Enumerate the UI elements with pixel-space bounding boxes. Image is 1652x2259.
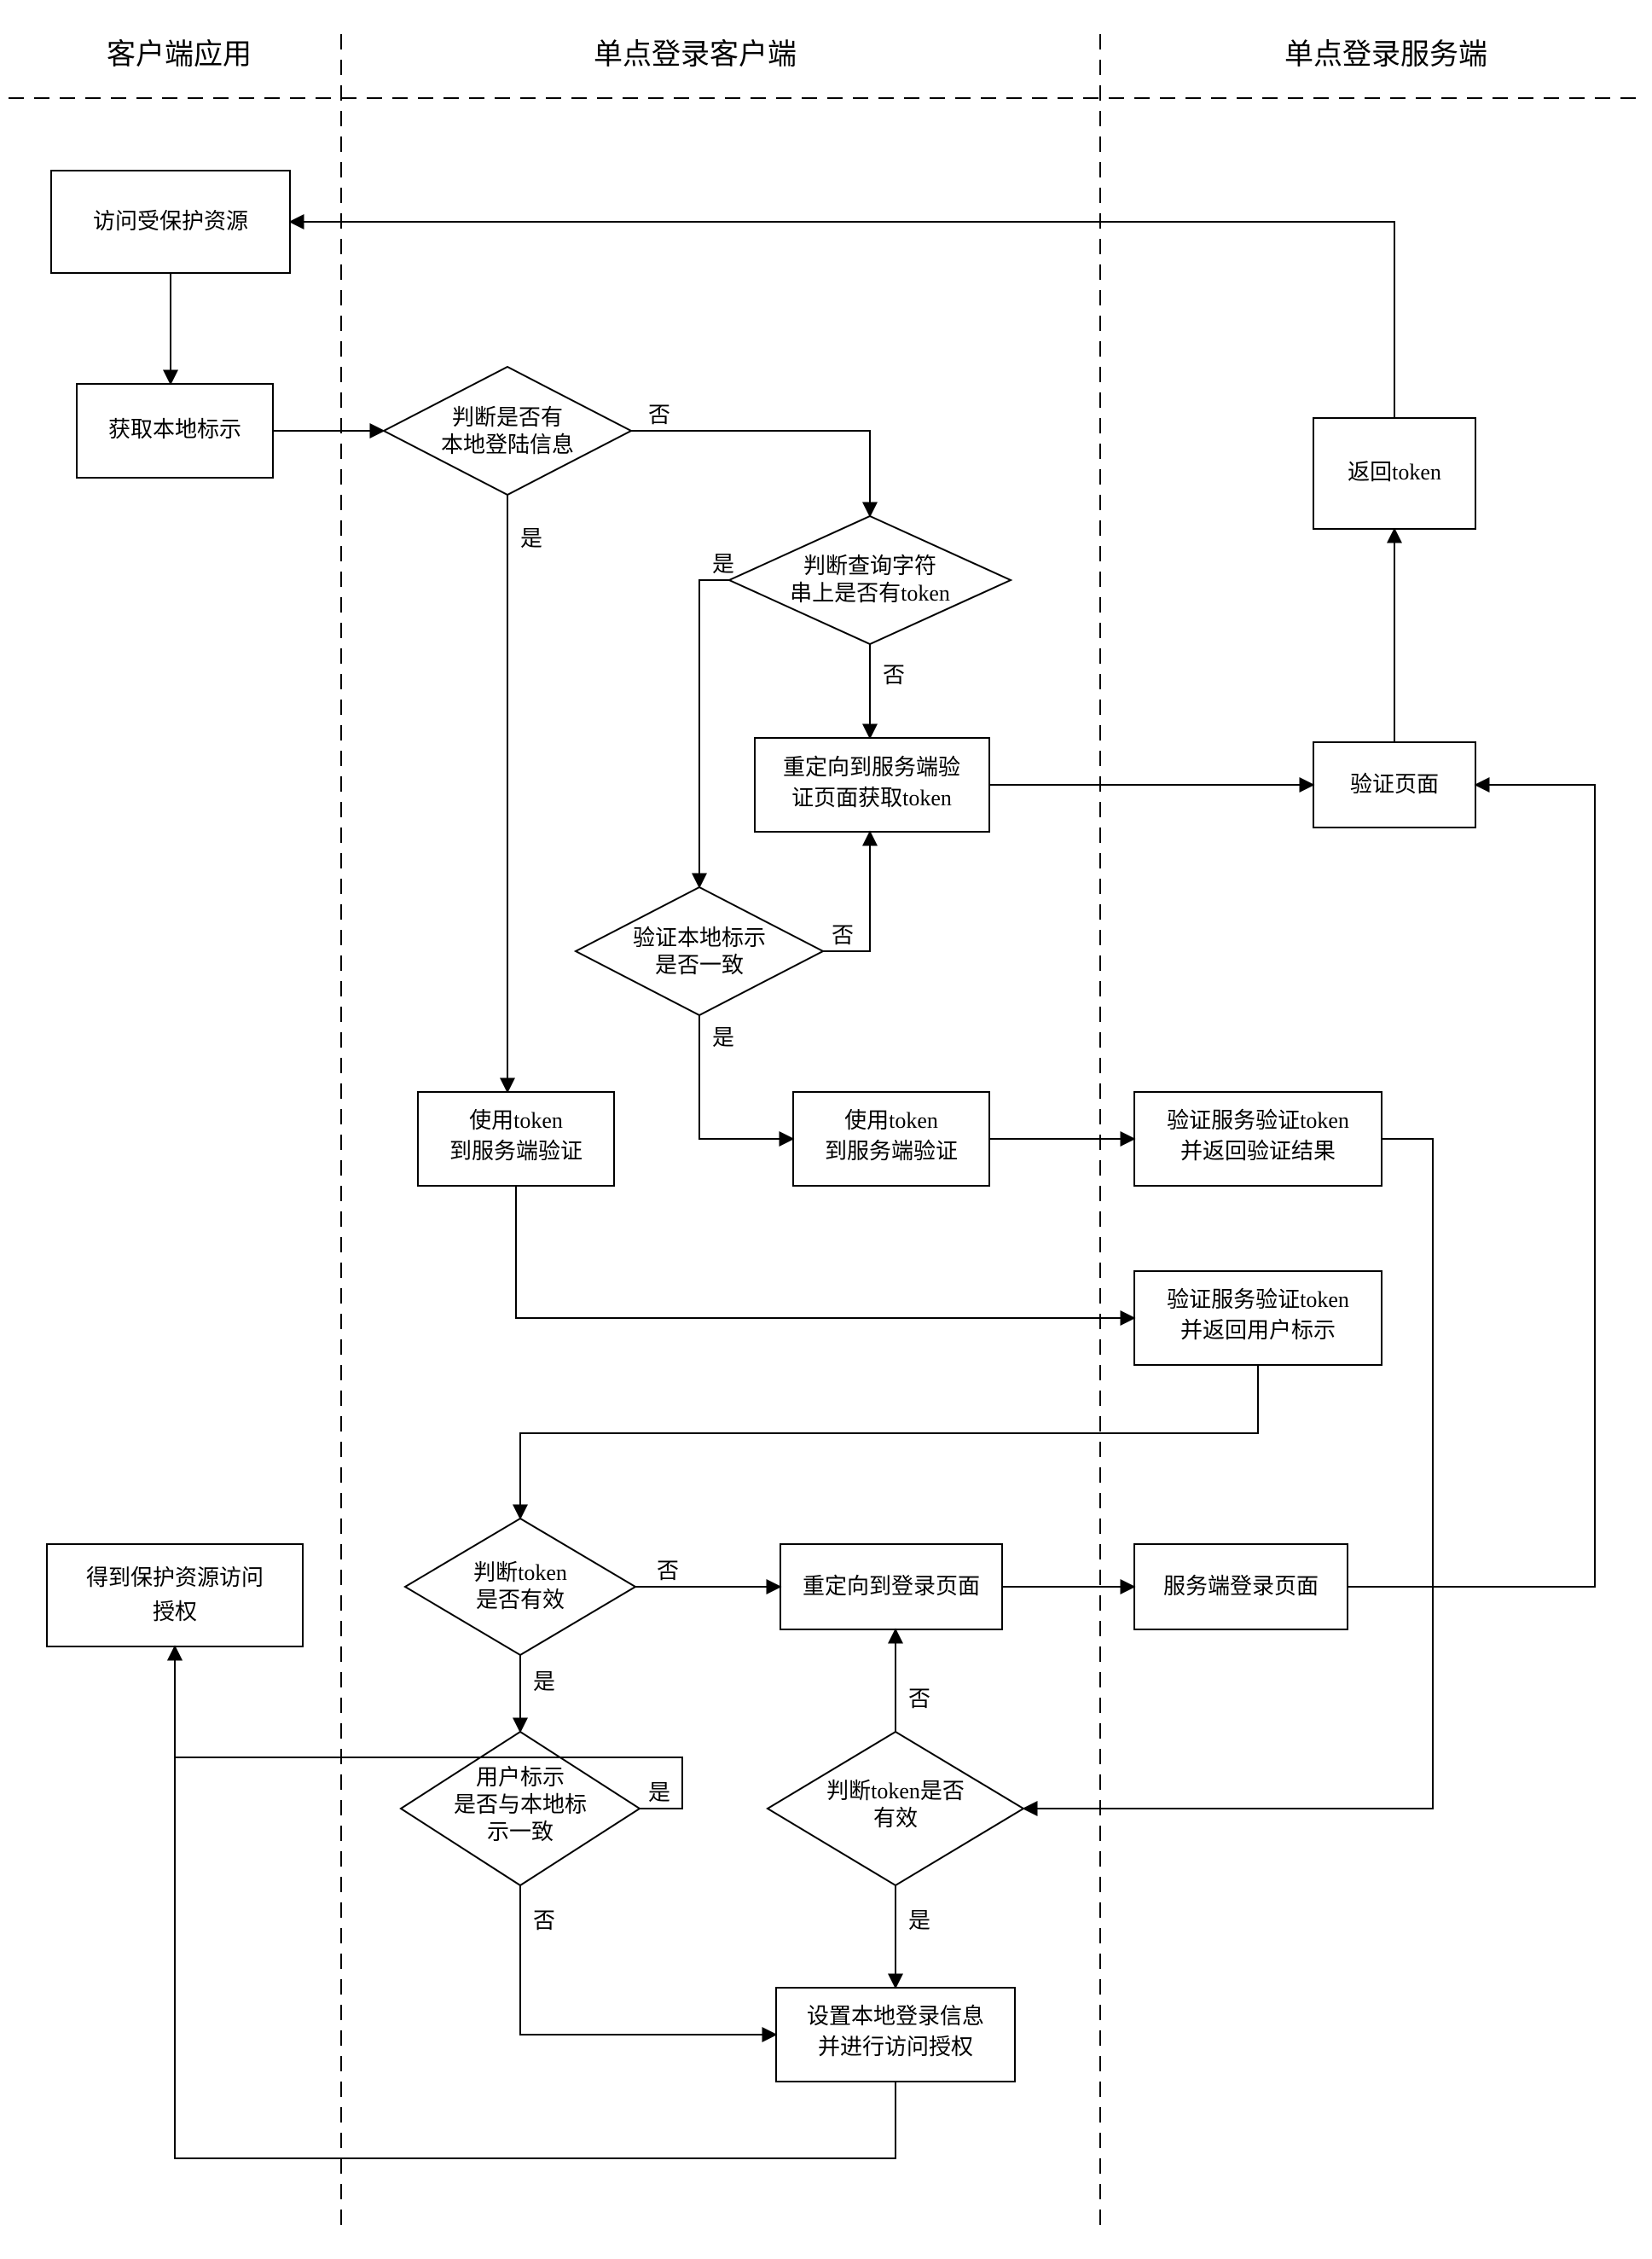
lane-header-sso-client: 单点登录客户端 xyxy=(594,38,797,71)
edge-useridmatch-yes-to-grant xyxy=(175,1646,682,1809)
label-check-user-id-2: 是否与本地标 xyxy=(454,1792,587,1817)
node-verify-local-id-consistent xyxy=(576,887,823,1015)
edge-checklocal-no-to-checkquery xyxy=(631,431,870,516)
label-redirect-server-get-token-2: 证页面获取token xyxy=(791,786,952,810)
label-grant-protected-access-1: 得到保护资源访问 xyxy=(86,1565,264,1590)
edge-label-useridmatch-no: 否 xyxy=(533,1908,555,1933)
label-use-token-verify-right-2: 到服务端验证 xyxy=(825,1139,958,1164)
label-check-token-valid-left-1: 判断token xyxy=(473,1560,567,1585)
label-check-user-id-3: 示一致 xyxy=(487,1820,554,1844)
label-server-login-page: 服务端登录页面 xyxy=(1163,1574,1319,1599)
label-verify-page: 验证页面 xyxy=(1350,772,1439,797)
lane-header-client-app: 客户端应用 xyxy=(107,38,252,71)
label-verify-token-user-1: 验证服务验证token xyxy=(1167,1287,1349,1312)
label-use-token-verify-left-2: 到服务端验证 xyxy=(449,1139,583,1164)
label-access-protected-resource: 访问受保护资源 xyxy=(93,209,248,234)
edge-label-checkquery-no: 否 xyxy=(883,663,905,688)
edge-serverlogin-to-verifypage xyxy=(1348,785,1595,1587)
sso-flowchart: 客户端应用 单点登录客户端 单点登录服务端 访问受保护资源 获取本地标示 得到保… xyxy=(0,0,1652,2259)
edge-label-checklocal-yes: 是 xyxy=(520,526,542,551)
label-use-token-verify-right-1: 使用token xyxy=(844,1108,938,1133)
edge-label-checklocal-no: 否 xyxy=(648,403,670,427)
edge-label-checktokenleft-no: 否 xyxy=(657,1559,679,1583)
label-verify-token-result-1: 验证服务验证token xyxy=(1167,1108,1349,1133)
label-check-query-has-token-2: 串上是否有token xyxy=(790,581,950,606)
label-verify-token-user-2: 并返回用户标示 xyxy=(1180,1318,1336,1343)
edge-returntoken-to-access xyxy=(290,222,1394,418)
label-check-token-valid-left-2: 是否有效 xyxy=(476,1588,565,1612)
label-use-token-verify-left-1: 使用token xyxy=(469,1108,563,1133)
label-check-token-valid-right-1: 判断token是否 xyxy=(826,1779,965,1803)
label-set-local-login-auth-2: 并进行访问授权 xyxy=(818,2035,973,2059)
label-verify-local-id-1: 验证本地标示 xyxy=(633,926,766,950)
edge-label-checktokenleft-yes: 是 xyxy=(533,1670,555,1694)
lane-header-sso-server: 单点登录服务端 xyxy=(1284,38,1487,71)
label-verify-local-id-2: 是否一致 xyxy=(655,953,744,978)
edge-label-verifylocal-yes: 是 xyxy=(712,1025,734,1050)
label-return-token: 返回token xyxy=(1348,460,1441,485)
label-redirect-server-get-token-1: 重定向到服务端验 xyxy=(783,755,960,780)
label-check-user-id-1: 用户标示 xyxy=(476,1765,565,1790)
label-set-local-login-auth-1: 设置本地登录信息 xyxy=(807,2004,984,2029)
label-check-local-login-info-1: 判断是否有 xyxy=(452,405,563,430)
label-verify-token-result-2: 并返回验证结果 xyxy=(1180,1139,1336,1164)
node-check-token-valid-left xyxy=(405,1519,635,1655)
edge-label-checktokenright-no: 否 xyxy=(908,1687,930,1711)
label-check-query-has-token-1: 判断查询字符 xyxy=(803,554,936,578)
label-redirect-login-page: 重定向到登录页面 xyxy=(803,1574,980,1599)
edge-usetokenleft-to-verifyuserid xyxy=(516,1186,1134,1318)
label-check-local-login-info-2: 本地登陆信息 xyxy=(441,433,574,457)
edge-checkquery-yes-to-verifylocal xyxy=(699,580,729,887)
edge-useridmatch-no-to-setlocal xyxy=(520,1885,776,2035)
edge-verifyresult-to-checktoken-right xyxy=(1023,1139,1433,1809)
node-redirect-server-get-token xyxy=(755,738,989,832)
edge-label-useridmatch-yes: 是 xyxy=(648,1780,670,1805)
node-grant-protected-access xyxy=(47,1544,303,1646)
edge-label-checktokenright-yes: 是 xyxy=(908,1908,930,1933)
edge-label-verifylocal-no: 否 xyxy=(832,923,854,948)
node-check-query-has-token xyxy=(729,516,1011,644)
node-check-local-login-info xyxy=(384,367,631,495)
label-grant-protected-access-2: 授权 xyxy=(153,1600,197,1624)
edge-label-checkquery-yes: 是 xyxy=(712,552,734,577)
edge-verifyuserid-to-checktoken-left xyxy=(520,1365,1258,1519)
label-get-local-identifier: 获取本地标示 xyxy=(108,417,241,442)
label-check-token-valid-right-2: 有效 xyxy=(873,1806,918,1831)
